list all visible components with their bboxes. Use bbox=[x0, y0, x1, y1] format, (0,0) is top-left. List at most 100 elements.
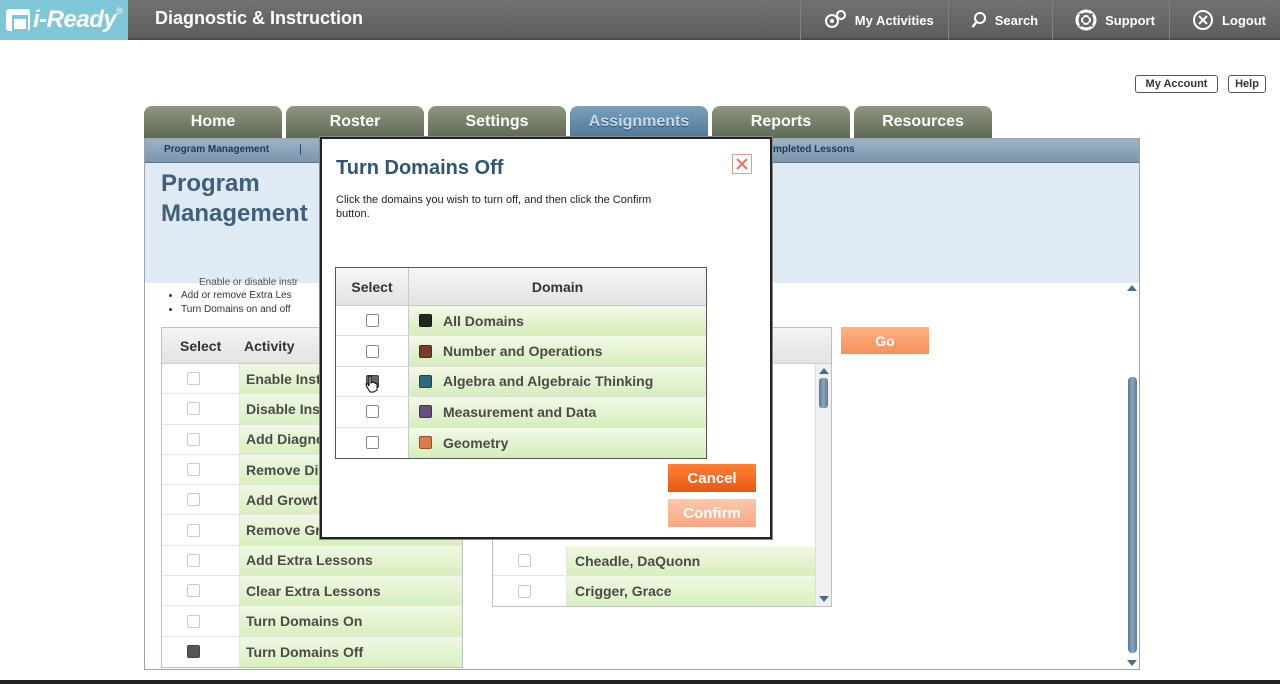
activity-checkbox[interactable] bbox=[187, 432, 200, 446]
bullet-cut-text: Enable or disable instr bbox=[199, 277, 298, 285]
my-activities-label: My Activities bbox=[854, 12, 934, 28]
student-checkbox[interactable] bbox=[518, 554, 531, 568]
activity-row[interactable]: Turn Domains Off bbox=[162, 636, 462, 667]
domain-color-swatch bbox=[419, 405, 432, 419]
gears-icon bbox=[824, 10, 846, 28]
activity-checkbox-checked[interactable] bbox=[187, 645, 200, 659]
support-label: Support bbox=[1105, 12, 1155, 28]
domain-color-swatch bbox=[419, 374, 432, 388]
tab-settings[interactable]: Settings bbox=[428, 106, 566, 138]
activity-checkbox[interactable] bbox=[187, 372, 200, 386]
scroll-up-arrow-icon[interactable] bbox=[819, 368, 829, 374]
app-window: i-Ready ® Diagnostic & Instruction My Ac… bbox=[0, 0, 1280, 684]
activity-label: Add Extra Lessons bbox=[240, 545, 462, 576]
student-row[interactable]: Crigger, Grace bbox=[493, 576, 815, 607]
student-scroll-thumb[interactable] bbox=[819, 378, 828, 408]
panel-scroll-up-arrow-icon[interactable] bbox=[1127, 285, 1137, 291]
domain-row[interactable]: Algebra and Algebraic Thinking bbox=[336, 366, 706, 398]
domain-row[interactable]: All Domains bbox=[336, 306, 706, 337]
activity-label: Turn Domains On bbox=[240, 606, 462, 636]
main-tabs: Home Roster Settings Assignments Reports… bbox=[144, 106, 996, 138]
subnav-program-management[interactable]: Program Management bbox=[164, 144, 269, 155]
instructions-list: Add or remove Extra Les Turn Domains on … bbox=[181, 289, 292, 317]
hand-cursor-icon bbox=[365, 375, 378, 393]
panel-scrollbar-thumb[interactable] bbox=[1128, 377, 1137, 653]
app-title: Diagnostic & Instruction bbox=[155, 8, 364, 28]
logout-link[interactable]: Logout bbox=[1168, 0, 1280, 40]
domain-checkbox[interactable] bbox=[365, 344, 379, 358]
tab-roster[interactable]: Roster bbox=[286, 106, 424, 138]
domain-row[interactable]: Geometry bbox=[336, 427, 706, 458]
logo-text: i-Ready bbox=[33, 6, 117, 33]
student-scrollbar[interactable] bbox=[815, 364, 831, 606]
lifebuoy-icon bbox=[1075, 9, 1097, 31]
dialog-close-button[interactable] bbox=[732, 154, 752, 174]
student-name: Crigger, Grace bbox=[567, 576, 815, 607]
support-link[interactable]: Support bbox=[1052, 0, 1169, 40]
activity-checkbox[interactable] bbox=[187, 463, 200, 477]
tab-assignments[interactable]: Assignments bbox=[570, 106, 708, 138]
student-checkbox[interactable] bbox=[518, 584, 531, 598]
domain-label: Geometry bbox=[443, 434, 509, 451]
iready-logo[interactable]: i-Ready ® bbox=[0, 0, 128, 40]
top-bar: i-Ready ® Diagnostic & Instruction My Ac… bbox=[0, 0, 1280, 40]
tab-resources[interactable]: Resources bbox=[854, 106, 992, 138]
domain-label: Number and Operations bbox=[443, 343, 603, 360]
col-select-header: Select bbox=[180, 337, 222, 354]
domain-label: Measurement and Data bbox=[443, 403, 597, 420]
search-icon bbox=[971, 12, 986, 28]
activity-checkbox[interactable] bbox=[187, 553, 200, 567]
top-nav: My Activities Search Support Logout bbox=[799, 0, 1280, 40]
page-title-line1: Program bbox=[161, 170, 260, 197]
bullet-item: Add or remove Extra Les bbox=[181, 289, 292, 303]
panel-scroll-down-arrow-icon[interactable] bbox=[1127, 660, 1137, 666]
domain-color-swatch bbox=[419, 436, 432, 450]
dialog-description: Click the domains you wish to turn off, … bbox=[336, 194, 652, 220]
go-button[interactable]: Go bbox=[841, 327, 929, 354]
activity-checkbox[interactable] bbox=[187, 584, 200, 598]
tab-home[interactable]: Home bbox=[144, 106, 282, 138]
my-activities-link[interactable]: My Activities bbox=[799, 0, 948, 40]
my-account-button[interactable]: My Account bbox=[1135, 75, 1218, 93]
domain-color-swatch bbox=[419, 344, 432, 358]
bullet-cut-line: Enable or disable instr bbox=[199, 277, 319, 285]
search-label: Search bbox=[994, 12, 1039, 28]
tab-reports[interactable]: Reports bbox=[712, 106, 850, 138]
domain-row[interactable]: Number and Operations bbox=[336, 336, 706, 367]
page-title: Program Management bbox=[161, 169, 308, 229]
activity-row[interactable]: Turn Domains On bbox=[162, 606, 462, 637]
domain-label: Algebra and Algebraic Thinking bbox=[443, 373, 654, 390]
domain-color-swatch bbox=[419, 314, 432, 328]
turn-domains-off-dialog: Turn Domains Off Click the domains you w… bbox=[320, 137, 772, 539]
search-link[interactable]: Search bbox=[947, 0, 1052, 40]
subnav-separator: | bbox=[299, 143, 302, 155]
window-bottom-edge bbox=[0, 680, 1280, 684]
domain-label: All Domains bbox=[443, 312, 524, 329]
col-activity-header: Activity bbox=[244, 337, 295, 354]
activity-row[interactable]: Add Extra Lessons bbox=[162, 545, 462, 577]
bullet-item: Turn Domains on and off bbox=[181, 303, 292, 317]
domain-row[interactable]: Measurement and Data bbox=[336, 397, 706, 428]
activity-checkbox[interactable] bbox=[187, 402, 200, 416]
student-row[interactable]: Cheadle, DaQuonn bbox=[493, 546, 815, 577]
col-select-header: Select bbox=[336, 268, 409, 305]
activity-label: Clear Extra Lessons bbox=[240, 576, 462, 606]
activity-row[interactable]: Clear Extra Lessons bbox=[162, 576, 462, 607]
help-button[interactable]: Help bbox=[1228, 75, 1266, 93]
subnav-completed-lessons[interactable]: mpleted Lessons bbox=[773, 144, 855, 155]
scroll-down-arrow-icon[interactable] bbox=[819, 596, 829, 602]
logo-registered-mark: ® bbox=[116, 6, 123, 16]
activity-checkbox[interactable] bbox=[187, 614, 200, 628]
page-title-line2: Management bbox=[161, 200, 308, 227]
activity-checkbox[interactable] bbox=[187, 523, 200, 537]
activity-label: Turn Domains Off bbox=[240, 636, 462, 667]
domain-checkbox[interactable] bbox=[365, 436, 379, 450]
domain-checkbox[interactable] bbox=[365, 405, 379, 419]
domain-checkbox[interactable] bbox=[365, 314, 379, 328]
confirm-button[interactable]: Confirm bbox=[668, 499, 756, 527]
domain-table-header: Select Domain bbox=[336, 268, 706, 306]
activity-checkbox[interactable] bbox=[187, 493, 200, 507]
domain-table: Select Domain All Domains Number and Ope… bbox=[335, 267, 707, 459]
logout-label: Logout bbox=[1221, 12, 1266, 28]
cancel-button[interactable]: Cancel bbox=[668, 464, 756, 492]
